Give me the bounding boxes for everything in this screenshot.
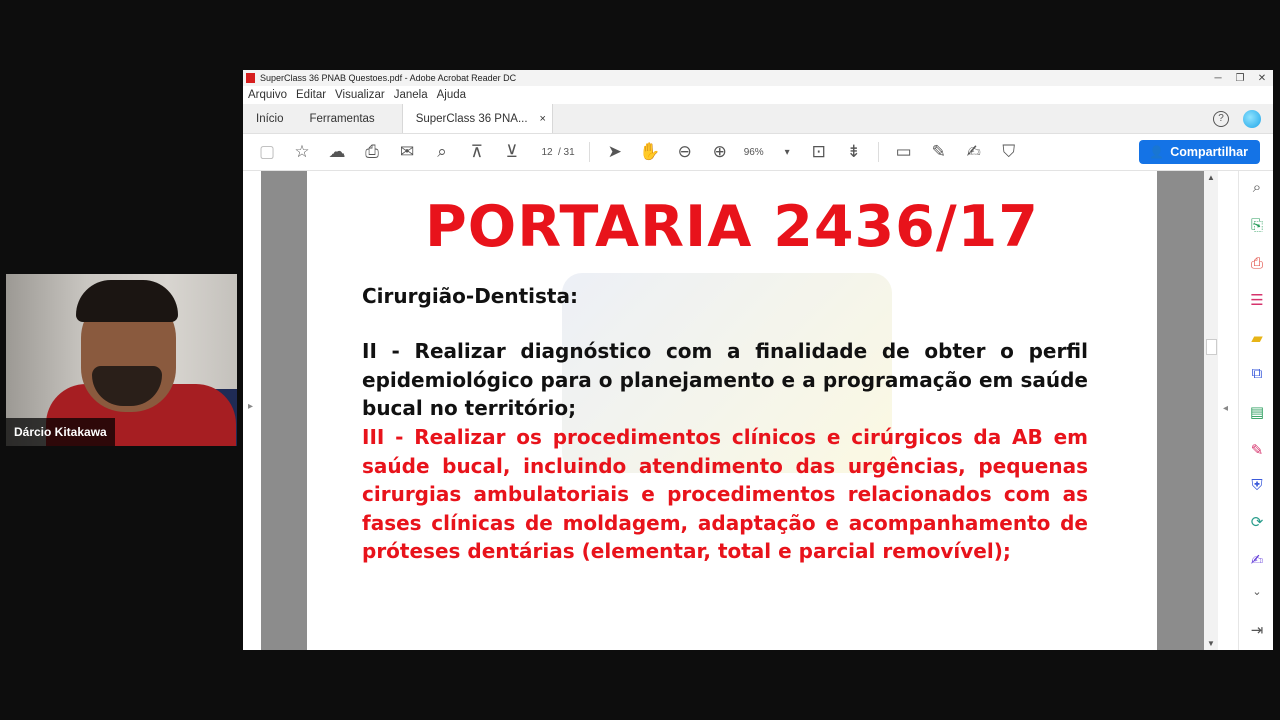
page-margin-right bbox=[1157, 171, 1204, 650]
pdf-app-icon bbox=[246, 73, 255, 83]
collapse-rail-icon[interactable]: ⇥ bbox=[1247, 621, 1267, 639]
zoom-search-icon[interactable]: ⌕ bbox=[1247, 179, 1267, 196]
tab-tools[interactable]: Ferramentas bbox=[297, 104, 388, 133]
vertical-scrollbar[interactable]: ▲ ▼ bbox=[1204, 171, 1218, 650]
toolbar: ▢ ☆ ☁ ⎙ ✉ ⌕ ⊼ ⊻ 12 / 31 ➤ ✋ ⊖ ⊕ 96% ▾ ⊡ … bbox=[243, 134, 1273, 171]
highlight-pen-icon[interactable]: ✎ bbox=[928, 141, 950, 163]
page-down-icon[interactable]: ⊻ bbox=[501, 141, 523, 163]
page-title: PORTARIA 2436/17 bbox=[425, 194, 1039, 260]
webcam-video: Dárcio Kitakawa bbox=[6, 274, 237, 446]
page-total: / 31 bbox=[558, 146, 575, 158]
print-icon[interactable]: ⎙ bbox=[361, 141, 383, 163]
scroll-mode-icon[interactable]: ⇟ bbox=[843, 141, 865, 163]
fill-sign-icon[interactable]: ✎ bbox=[1247, 441, 1267, 459]
zoom-value: 96% bbox=[743, 146, 764, 158]
protect-icon[interactable]: ⛨ bbox=[1247, 477, 1267, 494]
toolbar-divider bbox=[588, 142, 590, 162]
tools-rail: ⌕ ⎘ ⎙ ☰ ▰ ⧉ ▤ ✎ ⛨ ⟳ ✍ ⌄ ⇥ bbox=[1238, 171, 1273, 650]
hand-tool-icon[interactable]: ✋ bbox=[639, 141, 661, 163]
email-icon[interactable]: ✉ bbox=[396, 141, 418, 163]
scroll-up-icon[interactable]: ▲ bbox=[1207, 173, 1215, 182]
acrobat-window: SuperClass 36 PNAB Questoes.pdf - Adobe … bbox=[243, 70, 1273, 650]
paragraph-item-ii: II - Realizar diagnóstico com a finalida… bbox=[362, 339, 1088, 420]
upload-cloud-icon[interactable]: ☁ bbox=[326, 141, 348, 163]
webcam-name-label: Dárcio Kitakawa bbox=[6, 418, 115, 446]
organize-pages-icon[interactable]: ☰ bbox=[1247, 291, 1267, 309]
page-up-icon[interactable]: ⊼ bbox=[466, 141, 488, 163]
tab-close-icon[interactable]: × bbox=[540, 113, 546, 125]
zoom-in-icon[interactable]: ⊕ bbox=[709, 141, 731, 163]
zoom-out-icon[interactable]: ⊖ bbox=[674, 141, 696, 163]
menu-visualizar[interactable]: Visualizar bbox=[335, 89, 385, 101]
tabbar-right: ? bbox=[1213, 104, 1273, 133]
tab-home[interactable]: Início bbox=[243, 104, 297, 133]
comment-icon[interactable]: ▭ bbox=[893, 141, 915, 163]
compress-pdf-icon[interactable]: ▤ bbox=[1247, 403, 1267, 421]
tab-document-label: SuperClass 36 PNA... bbox=[415, 112, 528, 125]
menu-arquivo[interactable]: Arquivo bbox=[248, 89, 287, 101]
close-window-button[interactable]: ✕ bbox=[1251, 73, 1273, 84]
zoom-select[interactable]: 96% ▾ bbox=[744, 147, 790, 158]
add-person-icon: 👤 bbox=[1149, 145, 1165, 159]
webcam-person-hair bbox=[76, 280, 178, 322]
combine-files-icon[interactable]: ⧉ bbox=[1247, 365, 1267, 382]
page-indicator: 12 / 31 bbox=[536, 146, 575, 158]
title-bar: SuperClass 36 PNAB Questoes.pdf - Adobe … bbox=[243, 70, 1273, 86]
window-title: SuperClass 36 PNAB Questoes.pdf - Adobe … bbox=[260, 73, 517, 83]
document-area: ▸ PORTARIA 2436/17 Cirurgião-Dentista: I… bbox=[243, 171, 1273, 650]
more-tools-chevron-icon[interactable]: ⌄ bbox=[1247, 585, 1267, 598]
toolbar-divider-2 bbox=[877, 142, 879, 162]
scroll-down-icon[interactable]: ▼ bbox=[1207, 639, 1215, 648]
pdf-page: PORTARIA 2436/17 Cirurgião-Dentista: II … bbox=[307, 171, 1157, 650]
restore-button[interactable]: ❐ bbox=[1229, 73, 1251, 84]
help-icon[interactable]: ? bbox=[1213, 110, 1229, 127]
menu-janela[interactable]: Janela bbox=[394, 89, 428, 101]
comment-tool-icon[interactable]: ▰ bbox=[1247, 329, 1267, 347]
share-label: Compartilhar bbox=[1170, 145, 1248, 159]
menu-ajuda[interactable]: Ajuda bbox=[437, 89, 466, 101]
scrollbar-thumb[interactable] bbox=[1206, 339, 1217, 355]
chevron-down-icon: ▾ bbox=[784, 146, 790, 158]
save-icon[interactable]: ▢ bbox=[256, 141, 278, 163]
create-pdf-icon[interactable]: ⎙ bbox=[1247, 255, 1267, 272]
edit-pdf-icon[interactable]: ✍ bbox=[1247, 551, 1267, 569]
tab-bar: Início Ferramentas SuperClass 36 PNA... … bbox=[243, 104, 1273, 134]
tab-document[interactable]: SuperClass 36 PNA... × bbox=[401, 104, 553, 133]
window-controls: ─ ❐ ✕ bbox=[1207, 73, 1273, 84]
minimize-button[interactable]: ─ bbox=[1207, 73, 1229, 84]
chevron-right-icon: ▸ bbox=[248, 401, 254, 412]
fit-page-icon[interactable]: ⊡ bbox=[808, 141, 830, 163]
paragraph-item-iii: III - Realizar os procedimentos clínicos… bbox=[362, 425, 1088, 563]
left-panel-toggle[interactable]: ▸ bbox=[243, 171, 261, 650]
select-cursor-icon[interactable]: ➤ bbox=[604, 141, 626, 163]
right-panel-toggle[interactable]: ◂ bbox=[1218, 171, 1238, 650]
page-number-input[interactable]: 12 bbox=[536, 147, 558, 158]
export-pdf-icon[interactable]: ⎘ bbox=[1247, 217, 1267, 234]
bookmark-star-icon[interactable]: ☆ bbox=[291, 141, 313, 163]
menu-editar[interactable]: Editar bbox=[296, 89, 326, 101]
section-heading: Cirurgião-Dentista: bbox=[362, 284, 578, 308]
page-margin-left bbox=[261, 171, 307, 650]
account-icon[interactable] bbox=[1243, 109, 1261, 128]
stamp-icon[interactable]: ⛉ bbox=[998, 141, 1020, 163]
sign-icon[interactable]: ✍ bbox=[963, 141, 985, 163]
chevron-left-icon: ◂ bbox=[1223, 403, 1229, 414]
send-review-icon[interactable]: ⟳ bbox=[1247, 513, 1267, 531]
search-icon[interactable]: ⌕ bbox=[431, 141, 453, 163]
menu-bar: Arquivo Editar Visualizar Janela Ajuda bbox=[243, 86, 1273, 104]
share-button[interactable]: 👤 Compartilhar bbox=[1139, 140, 1260, 164]
